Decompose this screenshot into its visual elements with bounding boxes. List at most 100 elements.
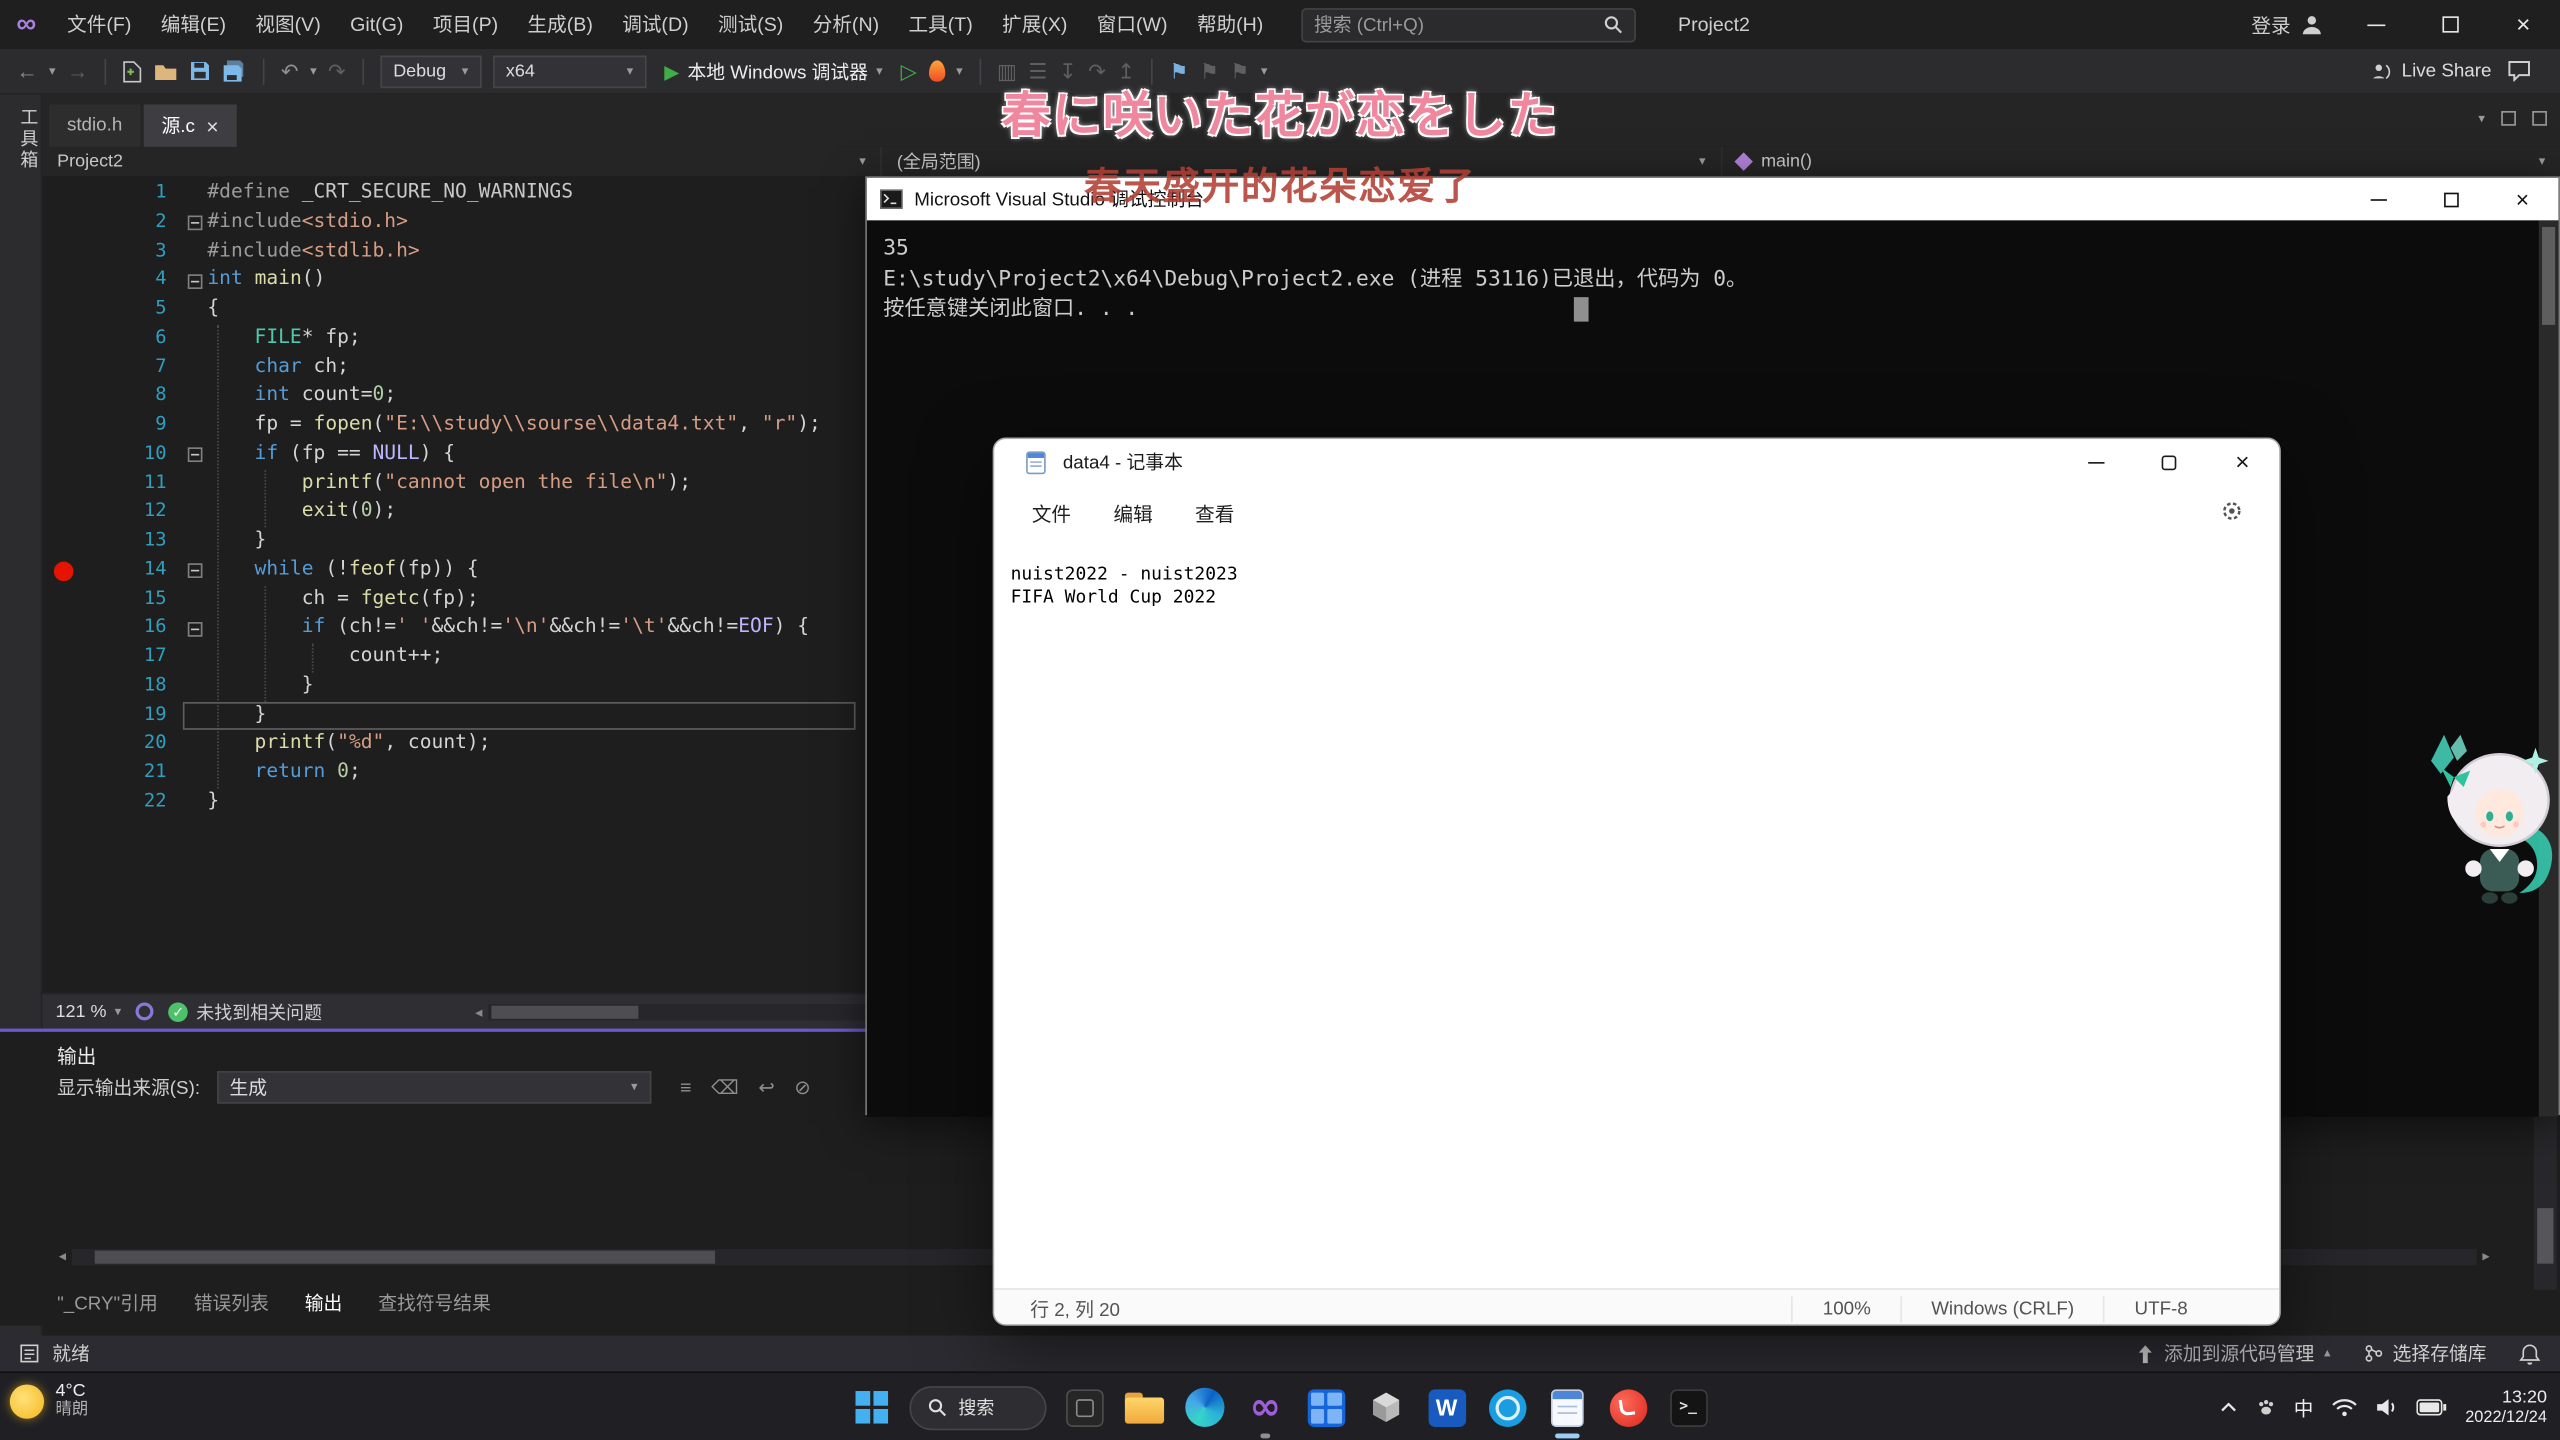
breakpoint-margin-row[interactable] — [42, 411, 91, 440]
panel-tab[interactable]: 查找符号结果 — [378, 1290, 491, 1316]
tray-app-icon[interactable] — [2256, 1398, 2276, 1418]
breakpoint-margin-row[interactable] — [42, 353, 91, 382]
notepad-zoom[interactable]: 100% — [1792, 1296, 1900, 1322]
fold-collapse-icon[interactable] — [188, 216, 203, 231]
taskbar-edge-button[interactable] — [1182, 1384, 1228, 1430]
notepad-text-area[interactable]: nuist2022 - nuist2023FIFA World Cup 2022 — [994, 540, 2279, 1288]
scrollbar-thumb[interactable] — [491, 1006, 638, 1019]
breakpoint-margin-row[interactable] — [42, 585, 91, 614]
breakpoint-margin-row[interactable] — [42, 730, 91, 759]
wrap-output-icon[interactable]: ↩ — [758, 1076, 774, 1099]
scroll-left-icon[interactable]: ◂ — [470, 1003, 487, 1021]
menu-item-6[interactable]: 调试(D) — [608, 0, 704, 49]
breakpoint-margin-row[interactable] — [42, 267, 91, 296]
volume-icon[interactable] — [2375, 1398, 2398, 1418]
zoom-dropdown[interactable]: 121 % ▾ — [56, 1002, 122, 1022]
taskbar-explorer-button[interactable] — [1122, 1384, 1168, 1430]
quick-search-input[interactable]: 搜索 (Ctrl+Q) — [1301, 7, 1636, 41]
notepad-close-button[interactable]: × — [2206, 439, 2279, 485]
scrollbar-thumb[interactable] — [2542, 227, 2555, 325]
line-ending[interactable]: Windows (CRLF) — [1900, 1296, 2103, 1322]
goto-message-icon[interactable]: ≡ — [680, 1076, 691, 1099]
notepad-menu-1[interactable]: 编辑 — [1092, 491, 1174, 535]
clear-output-icon[interactable]: ⌫ — [711, 1076, 739, 1099]
breakpoint-margin-row[interactable] — [42, 440, 91, 469]
breakpoint-margin-row[interactable] — [42, 759, 91, 788]
taskbar-search-button[interactable]: 搜索 — [909, 1385, 1046, 1429]
menu-item-2[interactable]: 视图(V) — [241, 0, 336, 49]
notepad-menu-2[interactable]: 查看 — [1174, 491, 1256, 535]
wifi-icon[interactable] — [2331, 1398, 2357, 1418]
panel-tab[interactable]: 错误列表 — [194, 1290, 269, 1316]
menu-item-10[interactable]: 扩展(X) — [987, 0, 1082, 49]
fold-collapse-icon[interactable] — [188, 448, 203, 463]
menu-item-12[interactable]: 帮助(H) — [1182, 0, 1278, 49]
window-close-button[interactable]: × — [2487, 0, 2560, 49]
taskbar-word-button[interactable]: W — [1424, 1384, 1470, 1430]
scroll-left-icon[interactable]: ◂ — [54, 1247, 71, 1265]
tray-chevron-up-icon[interactable] — [2219, 1401, 2239, 1414]
clock[interactable]: 13:20 2022/12/24 — [2465, 1387, 2547, 1428]
breakpoint-margin-row[interactable] — [42, 469, 91, 498]
console-scrollbar[interactable] — [2539, 220, 2559, 1116]
notification-bell-icon[interactable] — [2519, 1343, 2540, 1364]
breakpoint-margin-row[interactable] — [42, 527, 91, 556]
start-button[interactable] — [849, 1384, 895, 1430]
menu-item-5[interactable]: 生成(B) — [513, 0, 608, 49]
breakpoint-margin-row[interactable] — [42, 788, 91, 817]
add-to-source-control-button[interactable]: 添加到源代码管理 ▴ — [2138, 1340, 2331, 1366]
breakpoint-margin-row[interactable] — [42, 701, 91, 730]
fold-collapse-icon[interactable] — [188, 563, 203, 578]
taskbar-blue-tiles-button[interactable] — [1303, 1384, 1349, 1430]
menu-item-9[interactable]: 工具(T) — [894, 0, 988, 49]
window-maximize-button[interactable] — [2413, 0, 2486, 49]
encoding[interactable]: UTF-8 — [2104, 1296, 2218, 1322]
breakpoint-icon[interactable] — [54, 561, 74, 581]
window-minimize-button[interactable] — [2340, 0, 2413, 49]
breakpoint-margin-row[interactable] — [42, 296, 91, 325]
breakpoint-margin-row[interactable] — [42, 382, 91, 411]
scrollbar-thumb[interactable] — [94, 1250, 714, 1263]
menu-item-3[interactable]: Git(G) — [335, 0, 418, 49]
editor-indicator-icon[interactable] — [136, 1002, 154, 1020]
panel-tab[interactable]: "_CRY"引用 — [57, 1290, 158, 1316]
menu-item-4[interactable]: 项目(P) — [418, 0, 513, 49]
taskbar-dark-app-button[interactable] — [1061, 1384, 1107, 1430]
weather-widget[interactable]: 4°C 晴朗 — [10, 1381, 88, 1420]
scroll-right-icon[interactable]: ▸ — [2478, 1247, 2495, 1265]
taskbar-notepad-button[interactable] — [1544, 1384, 1590, 1430]
menu-item-8[interactable]: 分析(N) — [798, 0, 894, 49]
breakpoint-margin-row[interactable] — [42, 556, 91, 585]
fold-collapse-icon[interactable] — [188, 274, 203, 289]
notepad-minimize-button[interactable] — [2059, 439, 2132, 485]
menu-item-7[interactable]: 测试(S) — [703, 0, 798, 49]
notepad-settings-button[interactable] — [2220, 499, 2262, 527]
scrollbar-thumb[interactable] — [2537, 1208, 2553, 1264]
taskbar-terminal-button[interactable]: >_ — [1665, 1384, 1711, 1430]
breakpoint-margin-row[interactable] — [42, 643, 91, 672]
fold-collapse-icon[interactable] — [188, 621, 203, 636]
taskbar-visual-studio-button[interactable]: ∞ — [1242, 1384, 1288, 1430]
taskbar-red-music-button[interactable] — [1605, 1384, 1651, 1430]
breakpoint-margin-row[interactable] — [42, 672, 91, 701]
menu-item-0[interactable]: 文件(F) — [52, 0, 146, 49]
breakpoint-margin-row[interactable] — [42, 498, 91, 527]
sign-in-button[interactable]: 登录 — [2235, 0, 2340, 49]
panel-tab[interactable]: 输出 — [305, 1290, 343, 1316]
breakpoint-margin-row[interactable] — [42, 238, 91, 267]
breakpoint-gutter[interactable] — [42, 180, 91, 818]
taskbar-blue-globe-button[interactable] — [1484, 1384, 1530, 1430]
notepad-menu-0[interactable]: 文件 — [1011, 491, 1093, 535]
breakpoint-margin-row[interactable] — [42, 614, 91, 643]
breakpoint-margin-row[interactable] — [42, 209, 91, 238]
taskbar-gray-cube-button[interactable] — [1363, 1384, 1409, 1430]
menu-item-1[interactable]: 编辑(E) — [146, 0, 241, 49]
code-health-indicator[interactable]: ✓ 未找到相关问题 — [169, 998, 322, 1024]
battery-icon[interactable] — [2416, 1399, 2447, 1415]
output-source-dropdown[interactable]: 生成 ▾ — [216, 1071, 650, 1104]
select-repository-button[interactable]: 选择存储库 — [2363, 1340, 2486, 1366]
notepad-maximize-button[interactable] — [2132, 439, 2205, 485]
output-vertical-scrollbar[interactable] — [2534, 1115, 2557, 1290]
ime-indicator[interactable]: 中 — [2294, 1393, 2314, 1421]
menu-item-11[interactable]: 窗口(W) — [1082, 0, 1182, 49]
